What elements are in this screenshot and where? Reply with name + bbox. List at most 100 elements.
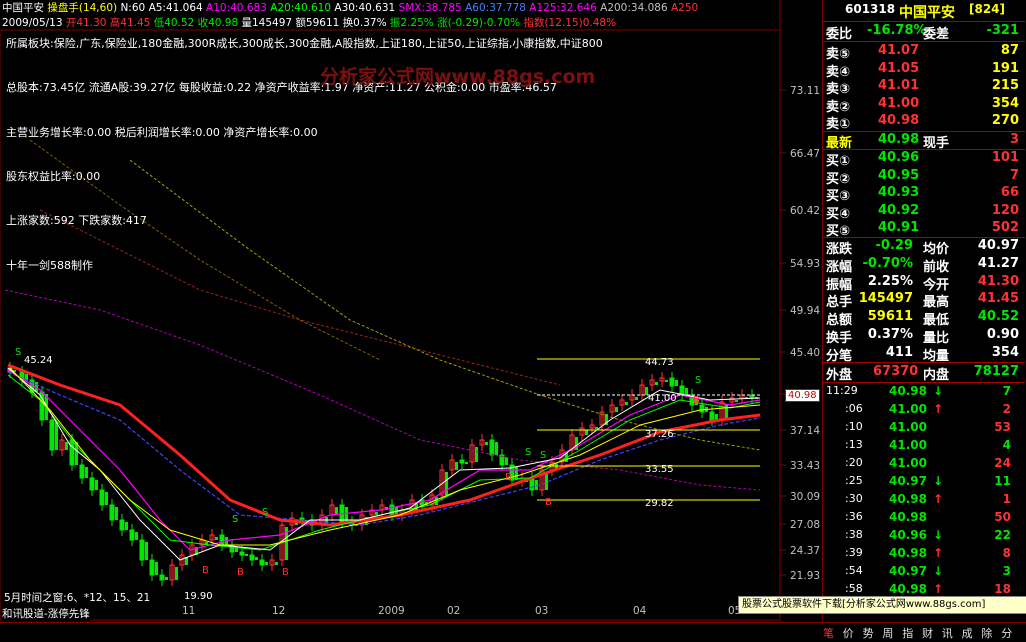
bottom-tab[interactable]: 分 <box>1001 625 1012 641</box>
candle-body <box>459 459 465 464</box>
sell-row[interactable]: 卖④ 41.05 191 <box>823 61 1025 80</box>
sell-signal-mark: S <box>525 447 531 458</box>
tick-row[interactable]: :30 40.98 ↑ 1 <box>823 492 1025 510</box>
stat-value: 411 <box>885 344 913 360</box>
candle-body <box>85 467 88 478</box>
price-tick-label: 49.94 <box>790 305 821 317</box>
tick-time: :10 <box>845 420 863 433</box>
stat-value: 354 <box>991 344 1019 360</box>
buy-price: 40.93 <box>878 185 920 201</box>
buy-price: 40.91 <box>878 220 920 236</box>
sell-row[interactable]: 卖① 40.98 270 <box>823 113 1025 132</box>
sell-row[interactable]: 卖⑤ 41.07 87 <box>823 43 1025 62</box>
bottom-tab[interactable]: 价 <box>843 625 854 641</box>
tick-row[interactable]: :06 41.00 ↑ 2 <box>823 402 1025 420</box>
candle-body <box>215 537 218 540</box>
bottom-tab[interactable]: 笔 <box>823 625 834 641</box>
candle-body <box>595 427 598 429</box>
stat-label: 均价 <box>923 242 950 257</box>
ma-200-line <box>129 159 761 451</box>
buy-row[interactable]: 买④ 40.92 120 <box>823 203 1025 222</box>
tick-row[interactable]: :36 40.98 50 <box>823 510 1025 528</box>
tick-time: :20 <box>845 456 863 469</box>
low-price-mark: 19.90 <box>184 591 213 602</box>
candle-body <box>489 439 495 456</box>
sell-row[interactable]: 卖② 41.00 354 <box>823 95 1025 115</box>
candle-body <box>125 522 128 530</box>
candle-body <box>165 577 168 580</box>
bottom-tab[interactable]: 讯 <box>942 625 953 641</box>
ma-a200: A200:34.086 <box>600 2 668 14</box>
buy-row[interactable]: 买① 40.96 101 <box>823 150 1025 169</box>
bar-volume: 量145497 <box>241 17 293 29</box>
stat-label: 涨幅 <box>826 259 853 275</box>
quote-panel: 601318 中国平安 [824] 委比 -16.78% 委差 -321 卖⑤ … <box>822 0 1026 622</box>
tick-volume: 22 <box>994 528 1011 542</box>
bottom-tab[interactable]: 周 <box>882 625 893 641</box>
weibi-label: 委比 <box>826 27 853 42</box>
tick-time: :36 <box>845 510 863 523</box>
tick-row[interactable]: :10 41.00 53 <box>823 420 1025 438</box>
bar-turnover: 换0.37% <box>342 17 387 29</box>
bottom-tab[interactable]: 成 <box>962 625 973 641</box>
tick-row[interactable]: :25 40.97 ↓ 11 <box>823 474 1025 492</box>
tick-price: 41.00 <box>889 420 927 434</box>
tick-row[interactable]: :13 41.00 4 <box>823 438 1025 456</box>
buy-row[interactable]: 买③ 40.93 66 <box>823 185 1025 204</box>
tick-row[interactable]: :38 40.96 ↓ 22 <box>823 528 1025 546</box>
candle-body <box>175 567 178 580</box>
candle-body <box>375 512 378 515</box>
candle-body <box>625 402 628 405</box>
bottom-tab[interactable]: 指 <box>902 625 913 641</box>
tick-row[interactable]: :54 40.97 ↓ 3 <box>823 564 1025 582</box>
sell-signal-mark: S <box>15 347 21 358</box>
sell-price: 41.00 <box>878 95 920 111</box>
tick-row[interactable]: :39 40.98 ↑ 8 <box>823 546 1025 564</box>
candle-body <box>109 504 115 521</box>
stat-label: 量比 <box>923 331 950 346</box>
sell-label: 卖④ <box>826 64 851 80</box>
stat-label: 总额 <box>826 313 853 329</box>
stat-label: 均量 <box>923 348 950 364</box>
bottom-tab[interactable]: 除 <box>981 625 992 641</box>
candle-body <box>105 492 108 505</box>
tick-price: 40.97 <box>889 474 927 488</box>
tick-time: :38 <box>845 528 863 541</box>
buy-volume: 101 <box>991 150 1019 165</box>
sell-signal-mark: S <box>232 514 238 525</box>
candle-body <box>615 407 618 412</box>
sell-row[interactable]: 卖③ 41.01 215 <box>823 78 1025 97</box>
stock-name: 中国平安 <box>2 2 44 14</box>
tick-time: :39 <box>845 546 863 559</box>
tick-row[interactable]: 11:29 40.98 ↓ 7 <box>823 384 1025 402</box>
ma-long-line <box>39 209 561 386</box>
candle-body <box>475 447 478 462</box>
candle-body <box>699 404 705 413</box>
candle-body <box>79 464 85 479</box>
candle-body <box>389 504 395 516</box>
tick-time: :06 <box>845 402 863 415</box>
date-tick-label: 04 <box>633 605 647 617</box>
tick-volume: 18 <box>994 582 1011 596</box>
tick-time: :25 <box>845 474 863 487</box>
candle-body <box>55 422 58 450</box>
buy-row[interactable]: 买⑤ 40.91 502 <box>823 220 1025 239</box>
kline-chart[interactable]: SSSSSSBBBBBB 中国平安 操盘手(14,60) N:60 A5:41.… <box>0 0 822 622</box>
bottom-tab[interactable]: 势 <box>863 625 874 641</box>
tick-volume: 11 <box>994 474 1011 488</box>
ma-a10: A10:40.683 <box>206 2 267 14</box>
stat-label: 前收 <box>923 259 950 275</box>
tick-arrow: ↓ <box>933 528 944 542</box>
chart-frame <box>0 29 781 621</box>
ma-a30: A30:40.631 <box>334 2 396 14</box>
tick-row[interactable]: :20 41.00 24 <box>823 456 1025 474</box>
time-window-label: 5月时间之窗:6、*12、15、21 <box>4 592 151 604</box>
ad-banner[interactable]: 股票公式股票软件下载[分析家公式网www.88gs.com] <box>738 596 1026 614</box>
candle-body <box>255 557 258 560</box>
candle-body <box>139 539 145 561</box>
buy-signal-mark: B <box>545 497 552 508</box>
buy-row[interactable]: 买② 40.95 7 <box>823 168 1025 187</box>
bottom-tab[interactable]: 财 <box>922 625 933 641</box>
tick-arrow: ↑ <box>933 546 944 560</box>
sell-label: 卖⑤ <box>826 47 851 62</box>
